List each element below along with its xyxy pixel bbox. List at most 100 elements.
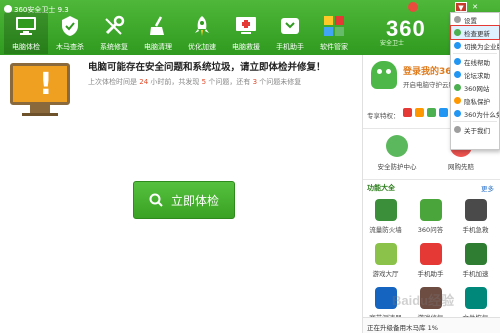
phone-rescue-icon	[464, 199, 487, 221]
app-tile[interactable]: 手机急救	[453, 195, 498, 235]
close-button[interactable]: ✕	[470, 3, 480, 11]
checkup-panel: ! 电脑可能存在安全问题和系统垃圾，请立即体检并修复！ 上次体检时间是 24 小…	[0, 55, 362, 333]
tool-label: 软件管家	[320, 43, 348, 51]
exclamation-icon: !	[39, 67, 53, 102]
mascot-icon	[371, 61, 397, 89]
privilege-icon[interactable]	[439, 108, 448, 117]
app-tile[interactable]: 手机加速	[453, 239, 498, 279]
search-icon	[149, 193, 163, 207]
mascot-eye	[377, 69, 382, 74]
menu-item-label: 360为什么免费	[464, 110, 499, 119]
toolbar: 电脑体检 木马查杀 系统修复 电脑清理 优化加速 电脑救援 手机助手 软件管家	[4, 12, 356, 54]
mascot-eye	[386, 69, 391, 74]
info-prefix: 上次体检时间是	[88, 78, 137, 86]
last-checkup-info: 上次体检时间是 24 小时前，共发现 5 个问题，还有 3 个问题未修复	[88, 77, 301, 87]
tool-label: 优化加速	[188, 43, 216, 51]
app-label: 手机急救	[462, 226, 489, 234]
phone-speedup-icon	[464, 243, 487, 265]
tool-rescue[interactable]: 电脑救援	[224, 12, 268, 54]
issues-count: 5	[201, 78, 207, 86]
info-suffix: 个问题未修复	[259, 78, 302, 86]
monitor-base	[22, 113, 58, 116]
status-bar: 正在升级备用木马库 1%	[363, 317, 500, 333]
phone-assistant-app-icon	[419, 243, 442, 265]
info-mid1: 小时前，共发现	[150, 78, 200, 86]
app-label: 游戏大厅	[372, 270, 399, 278]
app-tile[interactable]: 360问答	[408, 195, 453, 235]
more-tools-link[interactable]: 更多	[481, 183, 494, 193]
speedup-icon	[189, 13, 215, 39]
menu-item-forum[interactable]: 论坛求助	[451, 68, 499, 81]
menu-item-label: 论坛求助	[464, 71, 490, 80]
warning-message: 电脑可能存在安全问题和系统垃圾，请立即体检并修复！	[88, 62, 326, 73]
privilege-icon[interactable]	[415, 108, 424, 117]
app-label: 手机助手	[417, 270, 444, 278]
start-checkup-button[interactable]: 立即体检	[133, 181, 235, 219]
menu-separator	[453, 53, 497, 54]
enterprise-icon	[454, 42, 461, 49]
tool-cleanup[interactable]: 电脑清理	[136, 12, 180, 54]
software-manager-icon	[321, 13, 347, 39]
skin-icon[interactable]	[408, 2, 418, 12]
member-privileges-label: 专享特权：	[367, 112, 400, 120]
cleanup-icon	[145, 13, 171, 39]
file-recovery-icon	[464, 287, 487, 309]
warning-monitor-icon: !	[10, 63, 70, 105]
menu-item-label: 设置	[464, 16, 477, 25]
menu-item-label: 360网站	[464, 84, 490, 93]
menu-item-website[interactable]: 360网站	[451, 81, 499, 94]
tool-computer-check[interactable]: 电脑体检	[4, 12, 48, 54]
app-tile[interactable]: 手机助手	[408, 239, 453, 279]
info-icon	[454, 110, 461, 117]
tool-label: 木马查杀	[56, 43, 84, 51]
app-tile[interactable]: 流量防火墙	[363, 195, 408, 235]
firewall-icon	[374, 199, 397, 221]
menu-item-label: 检查更新	[464, 29, 490, 38]
privilege-icon[interactable]	[403, 108, 412, 117]
tool-label: 电脑清理	[144, 43, 172, 51]
game-hall-icon	[374, 243, 397, 265]
privacy-icon	[454, 97, 461, 104]
remaining-count: 3	[252, 78, 258, 86]
tool-label: 系统修复	[100, 43, 128, 51]
app-label: 流量防火墙	[369, 226, 402, 234]
monitor-stand	[30, 105, 50, 113]
title-bar: 360安全卫士 9.3 电脑体检 木马查杀 系统修复 电脑清理 优化加速 电脑救…	[0, 0, 500, 55]
menu-item-why-free[interactable]: 360为什么免费	[451, 107, 499, 120]
app-label: 手机加速	[462, 270, 489, 278]
app-label: 360问答	[417, 226, 444, 234]
menu-item-label: 切换为企业版	[464, 42, 499, 51]
tool-speedup[interactable]: 优化加速	[180, 12, 224, 54]
shield-icon	[386, 135, 408, 157]
main-menu-button[interactable]: ▼	[455, 2, 467, 12]
menu-item-about[interactable]: 关于我们	[451, 123, 499, 136]
hours-count: 24	[139, 78, 149, 86]
security-center-button[interactable]: 安全防护中心	[367, 135, 427, 171]
rescue-icon	[233, 13, 259, 39]
system-repair-icon	[101, 13, 127, 39]
menu-separator	[453, 121, 497, 122]
app-tile[interactable]: 游戏大厅	[363, 239, 408, 279]
tool-trojan-scan[interactable]: 木马查杀	[48, 12, 92, 54]
forum-icon	[454, 71, 461, 78]
tool-software-manager[interactable]: 软件管家	[312, 12, 356, 54]
menu-item-label: 隐私保护	[464, 97, 490, 106]
tool-phone-assistant[interactable]: 手机助手	[268, 12, 312, 54]
tool-system-repair[interactable]: 系统修复	[92, 12, 136, 54]
tools-section-title: 功能大全	[367, 184, 395, 192]
menu-item-settings[interactable]: 设置	[451, 13, 499, 26]
menu-item-enterprise[interactable]: 切换为企业版	[451, 39, 499, 52]
tool-label: 电脑体检	[12, 43, 40, 51]
update-icon	[454, 29, 461, 36]
menu-item-privacy[interactable]: 隐私保护	[451, 94, 499, 107]
qa-icon	[419, 199, 442, 221]
tool-label: 手机助手	[276, 43, 304, 51]
help-icon	[454, 58, 461, 65]
privilege-icon[interactable]	[427, 108, 436, 117]
settings-menu: 设置 检查更新 切换为企业版 在线帮助 论坛求助 360网站 隐私保护 360为…	[450, 12, 500, 150]
menu-item-check-update[interactable]: 检查更新	[450, 25, 500, 40]
quick-action-label: 网购先赔	[448, 163, 474, 171]
website-icon	[454, 84, 461, 91]
menu-item-online-help[interactable]: 在线帮助	[451, 55, 499, 68]
tool-label: 电脑救援	[232, 43, 260, 51]
